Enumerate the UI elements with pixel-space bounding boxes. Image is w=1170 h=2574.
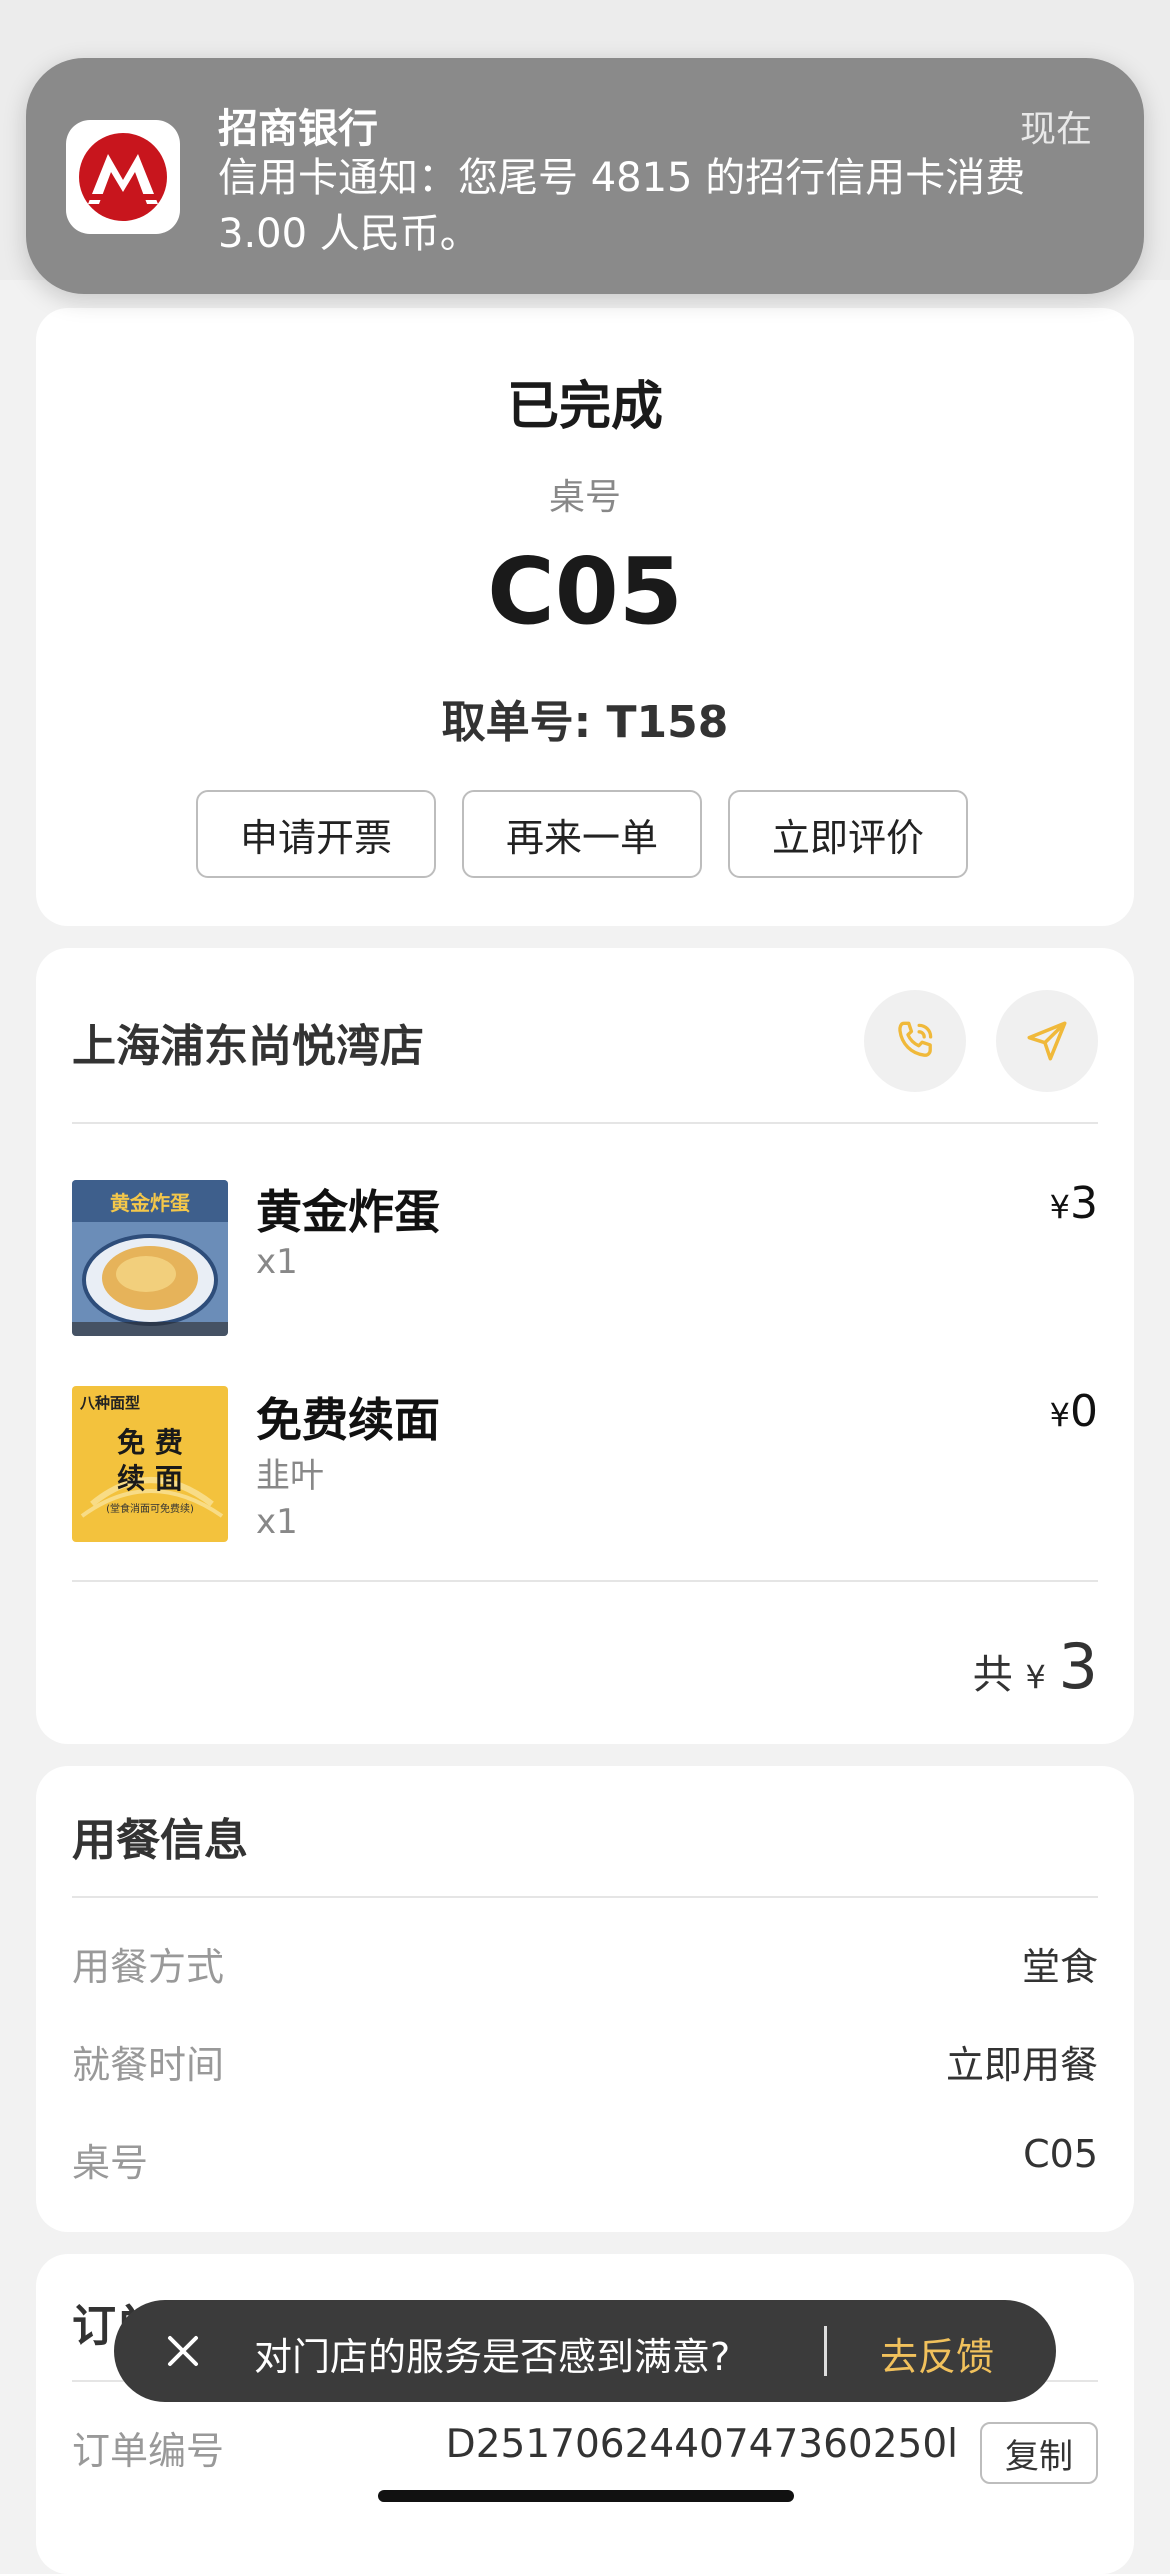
noodle-image-title-1: 免 费 (117, 1426, 183, 1459)
store-name: 上海浦东尚悦湾店 (72, 1021, 424, 1072)
currency-symbol: ¥ (1025, 1658, 1046, 1696)
currency-symbol: ¥ (1049, 1188, 1070, 1226)
review-button[interactable]: 立即评价 (728, 790, 968, 878)
item-options: 韭叶 (256, 1456, 324, 1496)
dining-time-label: 就餐时间 (72, 2043, 225, 2087)
table-label: 桌号 (72, 2141, 149, 2185)
currency-symbol: ¥ (1049, 1396, 1070, 1434)
item-price: ¥3 (1050, 1178, 1098, 1229)
item-name: 免费续面 (256, 1393, 440, 1447)
order-total: 共 ¥ 3 (973, 1630, 1098, 1703)
order-status-title: 已完成 (506, 377, 663, 437)
item-quantity: x1 (256, 1502, 298, 1542)
phone-icon (898, 1021, 933, 1057)
divider (72, 1896, 1098, 1898)
noodle-image-title-2: 续 面 (117, 1462, 183, 1495)
item-price: ¥0 (1050, 1386, 1098, 1437)
free-noodle-image: 八种面型 免 费 续 面 (堂食消面可免费续) (72, 1386, 228, 1542)
dining-time-value: 立即用餐 (945, 2043, 1098, 2087)
item-price-value: 3 (1070, 1178, 1098, 1229)
close-icon[interactable] (154, 2322, 212, 2380)
call-store-button[interactable] (864, 990, 966, 1092)
toast-separator (824, 2326, 827, 2376)
item-quantity: x1 (256, 1242, 298, 1282)
noodle-image-note: (堂食消面可免费续) (106, 1502, 194, 1515)
notification-body: 信用卡通知：您尾号 4815 的招行信用卡消费 3.00 人民币。 (218, 155, 1026, 257)
noodle-image-tag: 八种面型 (79, 1394, 140, 1412)
total-amount: 3 (1058, 1630, 1098, 1703)
table-number: C05 (487, 538, 683, 645)
notification-time: 现在 (1019, 109, 1092, 150)
notification-app-name: 招商银行 (218, 106, 378, 152)
navigation-icon (1027, 1021, 1067, 1061)
dining-info-title: 用餐信息 (72, 1815, 248, 1866)
fried-egg-image: 黄金炸蛋 (72, 1180, 228, 1336)
feedback-question: 对门店的服务是否感到满意? (254, 2335, 731, 2379)
navigate-store-button[interactable] (996, 990, 1098, 1092)
dining-method-label: 用餐方式 (72, 1945, 225, 1989)
cmb-logo-icon (66, 120, 180, 234)
divider (72, 1122, 1098, 1124)
pickup-number: 取单号: T158 (441, 697, 729, 748)
table-value: C05 (1023, 2132, 1098, 2176)
feedback-toast: 对门店的服务是否感到满意? 去反馈 (114, 2300, 1056, 2402)
order-status-card: 已完成 桌号 C05 取单号: T158 申请开票 再来一单 立即评价 (36, 308, 1134, 926)
home-indicator[interactable] (378, 2490, 794, 2502)
dining-method-value: 堂食 (1021, 1945, 1098, 1989)
total-prefix: 共 (972, 1652, 1013, 1698)
order-number-label: 订单编号 (72, 2429, 225, 2473)
order-action-buttons: 申请开票 再来一单 立即评价 (196, 790, 968, 878)
copy-order-number-button[interactable]: 复制 (980, 2422, 1098, 2484)
request-invoice-button[interactable]: 申请开票 (196, 790, 436, 878)
dining-info-card: 用餐信息 用餐方式 堂食 就餐时间 立即用餐 桌号 C05 (36, 1766, 1134, 2232)
item-price-value: 0 (1070, 1386, 1098, 1437)
table-number-label: 桌号 (548, 477, 621, 518)
store-items-card: 上海浦东尚悦湾店 黄金炸蛋 黄金炸蛋 x1 ¥3 八种面型 免 费 续 面 (堂… (36, 948, 1134, 1744)
item-name: 黄金炸蛋 (256, 1185, 440, 1239)
give-feedback-link[interactable]: 去反馈 (880, 2326, 994, 2381)
divider (72, 1580, 1098, 1582)
reorder-button[interactable]: 再来一单 (462, 790, 702, 878)
order-number-value: D2517062440747360250l (445, 2422, 958, 2467)
svg-text:黄金炸蛋: 黄金炸蛋 (110, 1191, 190, 1215)
bank-notification[interactable]: 招商银行 现在 信用卡通知：您尾号 4815 的招行信用卡消费 3.00 人民币… (26, 58, 1144, 294)
